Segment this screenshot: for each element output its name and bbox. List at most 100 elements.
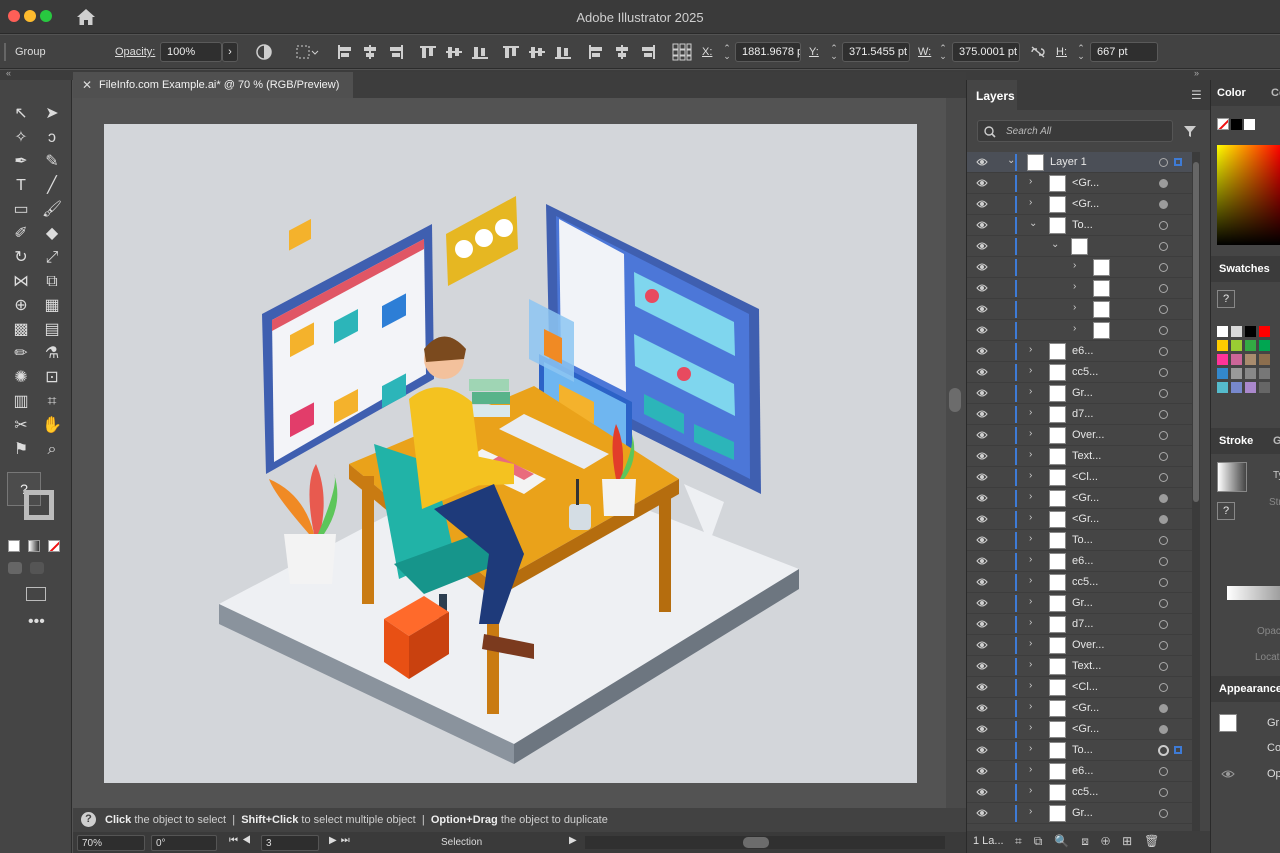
layer-name[interactable]: <Gr...	[1072, 198, 1099, 210]
layer-name[interactable]: d7...	[1072, 408, 1093, 420]
sublayer-row[interactable]: › Text...	[967, 656, 1193, 677]
twirl-closed-icon[interactable]: ›	[1029, 680, 1032, 691]
h-scroll-thumb[interactable]	[743, 837, 769, 848]
layer-name[interactable]: cc5...	[1072, 366, 1098, 378]
perspective-grid-tool-icon[interactable]: ▦	[41, 296, 63, 316]
draw-normal-icon[interactable]	[8, 562, 22, 574]
shaper-tool-icon[interactable]: ✐	[10, 224, 32, 244]
visibility-eye-icon[interactable]	[976, 157, 988, 167]
visibility-eye-icon[interactable]	[976, 640, 988, 650]
more-tools-icon[interactable]: •••	[28, 613, 45, 631]
layer-name[interactable]: <Gr...	[1072, 513, 1099, 525]
color-spectrum[interactable]	[1217, 145, 1280, 245]
twirl-closed-icon[interactable]: ›	[1029, 470, 1032, 481]
layer-name[interactable]: To...	[1072, 219, 1093, 231]
visibility-eye-icon[interactable]	[976, 766, 988, 776]
direct-selection-tool-icon[interactable]: ➤	[41, 104, 63, 124]
target-circle-icon[interactable]	[1159, 305, 1168, 314]
visibility-eye-icon[interactable]	[976, 745, 988, 755]
target-circle-icon[interactable]	[1159, 347, 1168, 356]
visibility-eye-icon[interactable]	[976, 535, 988, 545]
visibility-eye-icon[interactable]	[976, 283, 988, 293]
align-h-center-icon[interactable]	[362, 45, 378, 59]
target-circle-icon[interactable]	[1159, 620, 1168, 629]
none-mode-icon[interactable]	[48, 540, 60, 552]
help-icon[interactable]: ?	[81, 812, 96, 827]
line-tool-icon[interactable]: ╱	[41, 176, 63, 196]
visibility-eye-icon[interactable]	[976, 493, 988, 503]
sublayer-row[interactable]: › <Gr...	[967, 194, 1193, 215]
layer-footer-actions-icon[interactable]: ⌗⧉🔍⧈⊕⊞🗑	[1015, 834, 1171, 849]
sublayer-row[interactable]: › <Cl...	[967, 467, 1193, 488]
white-swatch[interactable]	[1244, 119, 1255, 130]
zoom-tool-icon[interactable]: ⌕	[41, 440, 63, 460]
layer-name[interactable]: e6...	[1072, 345, 1093, 357]
twirl-closed-icon[interactable]: ›	[1029, 575, 1032, 586]
target-circle-icon[interactable]	[1159, 389, 1168, 398]
color-swatch[interactable]	[1245, 382, 1256, 393]
mesh-tool-icon[interactable]: ▩	[10, 320, 32, 340]
visibility-eye-icon[interactable]	[976, 661, 988, 671]
black-swatch[interactable]	[1231, 119, 1242, 130]
color-swatch[interactable]	[1245, 340, 1256, 351]
sublayer-row[interactable]: › e6...	[967, 761, 1193, 782]
twirl-open-icon[interactable]: ⌄	[1029, 218, 1037, 229]
twirl-closed-icon[interactable]: ›	[1029, 491, 1032, 502]
distribute-right-icon[interactable]	[640, 45, 656, 59]
twirl-closed-icon[interactable]: ›	[1029, 743, 1032, 754]
slice-tool-icon[interactable]: ⌗	[41, 392, 63, 412]
layers-scrollbar[interactable]	[1192, 152, 1200, 832]
grip-icon[interactable]	[4, 43, 6, 61]
visibility-eye-icon[interactable]	[976, 703, 988, 713]
layer-name[interactable]: d7...	[1072, 618, 1093, 630]
visibility-eye-icon[interactable]	[976, 304, 988, 314]
color-swatch[interactable]	[1259, 354, 1270, 365]
target-double-icon[interactable]	[1158, 745, 1169, 756]
rotate-tool-icon[interactable]: ↻	[10, 248, 32, 268]
twirl-closed-icon[interactable]: ›	[1029, 596, 1032, 607]
visibility-eye-icon[interactable]	[976, 787, 988, 797]
color-guide-tab[interactable]: Co	[1271, 87, 1280, 99]
twirl-closed-icon[interactable]: ›	[1029, 197, 1032, 208]
color-swatch[interactable]	[1217, 354, 1228, 365]
twirl-closed-icon[interactable]: ›	[1029, 533, 1032, 544]
layer-name[interactable]: Text...	[1072, 450, 1101, 462]
align-top-icon[interactable]	[420, 45, 436, 59]
target-circle-icon[interactable]	[1159, 683, 1168, 692]
distribute-h-center-icon[interactable]	[614, 45, 630, 59]
layer-row[interactable]: ⌄ Layer 1	[967, 152, 1193, 173]
layer-name[interactable]: <Cl...	[1072, 681, 1098, 693]
constrain-link-icon[interactable]	[1030, 46, 1046, 58]
layer-name[interactable]: <Gr...	[1072, 723, 1099, 735]
artwork-illustration[interactable]	[104, 124, 917, 783]
h-stepper-icon[interactable]: ⌃ ⌄	[1076, 44, 1086, 61]
visibility-eye-icon[interactable]	[976, 409, 988, 419]
gradient-tab[interactable]: G	[1273, 435, 1280, 447]
visibility-eye-icon[interactable]	[976, 220, 988, 230]
target-circle-icon[interactable]	[1159, 578, 1168, 587]
align-bottom-icon[interactable]	[472, 45, 488, 59]
target-circle-icon[interactable]	[1159, 767, 1168, 776]
sublayer-row[interactable]: ⌄ To...	[967, 215, 1193, 236]
align-v-center-icon[interactable]	[446, 45, 462, 59]
color-swatch[interactable]	[1245, 368, 1256, 379]
stroke-tab[interactable]: Stroke	[1219, 435, 1253, 447]
color-swatch[interactable]	[1245, 354, 1256, 365]
gradient-mode-icon[interactable]	[28, 540, 40, 552]
twirl-closed-icon[interactable]: ›	[1029, 344, 1032, 355]
color-swatch[interactable]	[1217, 326, 1228, 337]
visibility-eye-icon[interactable]	[976, 178, 988, 188]
x-field[interactable]: 1881.9678 p	[735, 42, 801, 62]
gradient-preview[interactable]	[1217, 462, 1247, 492]
color-swatch[interactable]	[1245, 326, 1256, 337]
sublayer-row[interactable]: › <Cl...	[967, 677, 1193, 698]
symbol-sprayer-tool-icon[interactable]: ✺	[10, 368, 32, 388]
visibility-eye-icon[interactable]	[976, 199, 988, 209]
h-field[interactable]: 667 pt	[1090, 42, 1158, 62]
visibility-eye-icon[interactable]	[976, 388, 988, 398]
twirl-closed-icon[interactable]: ›	[1029, 428, 1032, 439]
eye-icon[interactable]	[1221, 769, 1235, 779]
sublayer-row[interactable]: › To...	[967, 740, 1193, 761]
layer-name[interactable]: <Cl...	[1072, 471, 1098, 483]
first-prev-artboard-icon[interactable]: ⏮◀	[229, 835, 255, 846]
